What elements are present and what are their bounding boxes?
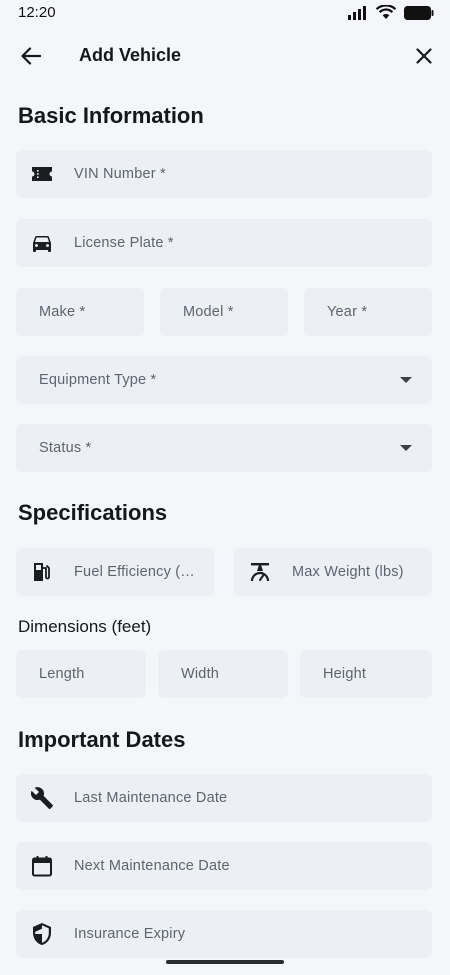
fuel-efficiency-field[interactable]: Fuel Efficiency (… <box>16 548 214 596</box>
dimensions-title: Dimensions (feet) <box>18 617 152 636</box>
section-title-specs: Specifications <box>18 500 168 525</box>
scale-icon <box>250 563 270 582</box>
max-weight-field[interactable]: Max Weight (lbs) <box>234 548 432 596</box>
dropdown-arrow-icon <box>400 377 412 383</box>
year-label: Year * <box>327 304 368 320</box>
wifi-icon <box>376 5 396 19</box>
ticket-icon <box>32 167 52 181</box>
height-label: Height <box>323 666 367 682</box>
wrench-icon <box>30 787 53 809</box>
equipment-type-dropdown[interactable]: Equipment Type * <box>16 356 432 404</box>
section-title-basic: Basic Information <box>18 103 204 128</box>
page-title: Add Vehicle <box>79 45 182 65</box>
last-maintenance-date-field[interactable]: Last Maintenance Date <box>16 774 432 822</box>
model-label: Model * <box>183 304 234 320</box>
status-time: 12:20 <box>18 4 56 21</box>
model-field[interactable]: Model * <box>160 288 288 336</box>
next-maintenance-date-field[interactable]: Next Maintenance Date <box>16 842 432 890</box>
fuel-pump-icon <box>34 563 50 581</box>
length-label: Length <box>39 666 85 682</box>
last-maintenance-date-label: Last Maintenance Date <box>74 790 228 806</box>
insurance-expiry-field[interactable]: Insurance Expiry <box>16 910 432 958</box>
width-field[interactable]: Width <box>158 650 288 698</box>
back-button[interactable] <box>16 42 46 70</box>
fuel-efficiency-label: Fuel Efficiency (… <box>74 564 195 580</box>
status-label: Status * <box>39 440 92 456</box>
height-field[interactable]: Height <box>300 650 432 698</box>
section-title-dates: Important Dates <box>18 727 186 752</box>
arrow-back-icon <box>21 47 41 65</box>
signal-icon <box>348 5 366 20</box>
make-label: Make * <box>39 304 86 320</box>
next-maintenance-date-label: Next Maintenance Date <box>74 858 230 874</box>
status-icons <box>348 5 434 20</box>
license-plate-label: License Plate * <box>74 235 174 251</box>
make-field[interactable]: Make * <box>16 288 144 336</box>
home-indicator[interactable] <box>166 960 284 964</box>
app-bar: Add Vehicle <box>0 34 450 78</box>
vin-field[interactable]: VIN Number * <box>16 150 432 198</box>
close-icon <box>416 48 432 64</box>
equipment-type-label: Equipment Type * <box>39 372 157 388</box>
calendar-icon <box>32 856 52 877</box>
length-field[interactable]: Length <box>16 650 146 698</box>
license-plate-field[interactable]: License Plate * <box>16 219 432 267</box>
vin-label: VIN Number * <box>74 166 166 182</box>
dropdown-arrow-icon <box>400 445 412 451</box>
status-dropdown[interactable]: Status * <box>16 424 432 472</box>
car-icon <box>33 236 51 252</box>
close-button[interactable] <box>410 42 438 70</box>
shield-icon <box>33 923 51 945</box>
width-label: Width <box>181 666 220 682</box>
year-field[interactable]: Year * <box>304 288 432 336</box>
status-bar: 12:20 <box>0 0 450 26</box>
insurance-expiry-label: Insurance Expiry <box>74 926 186 942</box>
max-weight-label: Max Weight (lbs) <box>292 564 404 580</box>
battery-icon <box>404 5 434 20</box>
